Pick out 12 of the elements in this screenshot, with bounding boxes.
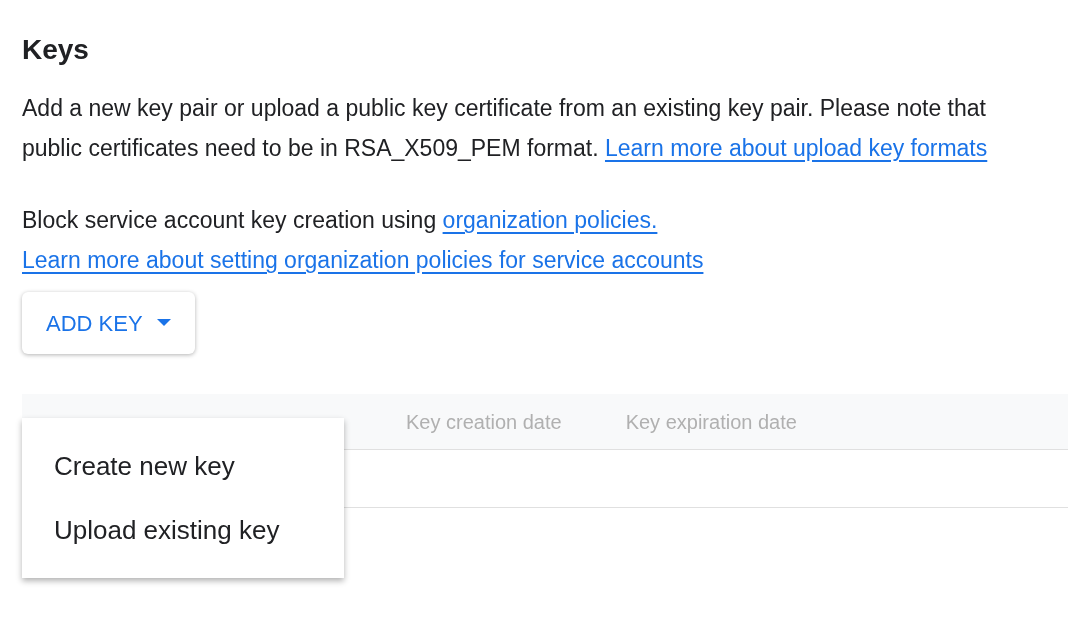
description-paragraph: Add a new key pair or upload a public key certificate from an existing key pair. Please note that public certificates need to be in RSA_X509_PEM format. Learn more about upload key formats [22,94,989,163]
section-title: Keys [22,33,90,67]
policies-help-link[interactable]: Learn more about setting organization policies for service accounts [22,240,704,280]
menu-item[interactable]: Create new key [22,434,344,498]
caret-icon [156,319,171,327]
policy-paragraph: Block service account key creation using organization policies. [22,206,659,235]
column-header: Key creation date [406,409,562,435]
learn-more-link[interactable]: Learn more about upload key formats [605,135,988,161]
add-key-button[interactable]: ADD KEY [22,292,195,354]
menu-item[interactable]: Upload existing key [22,498,344,562]
organization-policies-link[interactable]: organization policies. [442,207,658,233]
column-header: Key expiration date [625,409,797,435]
